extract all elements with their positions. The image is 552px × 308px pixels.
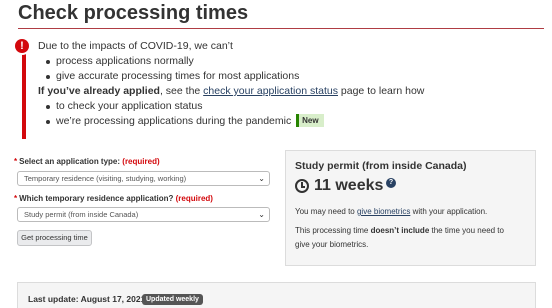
clock-icon [295,179,309,193]
alert-bar [22,42,26,139]
list-item: to check your application status [46,99,498,114]
new-badge: New [296,114,324,127]
application-type-select[interactable]: Temporary residence (visiting, studying,… [17,171,270,186]
covid-alert: Due to the impacts of COVID-19, we can’t… [38,39,498,129]
alert-list-1: process applications normally give accur… [38,54,498,84]
result-title: Study permit (from inside Canada) [295,160,467,172]
residence-application-label: * Which temporary residence application? … [14,194,213,203]
processing-note: This processing time doesn’t include the… [295,224,504,238]
note-text: This processing time [295,226,371,235]
check-status-link[interactable]: check your application status [203,85,338,97]
list-item-text: we’re processing applications during the… [56,115,292,127]
updated-weekly-badge: Updated weekly [142,294,203,305]
residence-application-label-text: Which temporary residence application? [19,194,174,203]
alert-applied-bold: If you’ve already applied [38,85,160,97]
exclamation-circle-icon: ! [15,39,29,53]
list-item: we’re processing applications during the… [46,114,498,129]
chevron-down-icon: ⌄ [258,210,265,219]
application-type-value: Temporary residence (visiting, studying,… [24,174,187,183]
last-update-panel: Last update: August 17, 2021 Updated wee… [17,282,536,308]
alert-applied-text: , see the [159,85,204,97]
residence-application-value: Study permit (from inside Canada) [24,210,139,219]
processing-note-line2: give your biometrics. [295,240,369,249]
question-circle-icon[interactable]: ? [386,178,396,188]
list-item: give accurate processing times for most … [46,69,498,84]
alert-applied-line: If you’ve already applied, see the check… [38,84,498,99]
processing-time-value: 11 weeks [314,177,384,194]
alert-intro: Due to the impacts of COVID-19, we can’t [38,40,233,52]
biometrics-note: You may need to give biometrics with you… [295,205,487,219]
note-bold: doesn’t include [370,226,430,235]
note-text-end: the time you need to [429,226,504,235]
list-item: process applications normally [46,54,498,69]
residence-application-select[interactable]: Study permit (from inside Canada) ⌄ [17,207,270,222]
title-divider [18,28,544,29]
biometrics-text: You may need to [295,207,357,216]
application-type-label-text: Select an application type: [19,157,121,166]
get-processing-time-button[interactable]: Get processing time [17,230,92,246]
last-update-text: Last update: August 17, 2021 [28,294,146,304]
required-text: (required) [175,194,213,203]
alert-applied-text-end: page to learn how [338,85,425,97]
page-title: Check processing times [18,2,249,24]
chevron-down-icon: ⌄ [258,174,265,183]
biometrics-text-end: with your application. [410,207,488,216]
result-panel: Study permit (from inside Canada) 11 wee… [285,150,536,266]
alert-list-2: to check your application status we’re p… [38,99,498,129]
required-text: (required) [122,157,160,166]
application-type-label: * Select an application type: (required) [14,157,160,166]
give-biometrics-link[interactable]: give biometrics [357,207,410,216]
